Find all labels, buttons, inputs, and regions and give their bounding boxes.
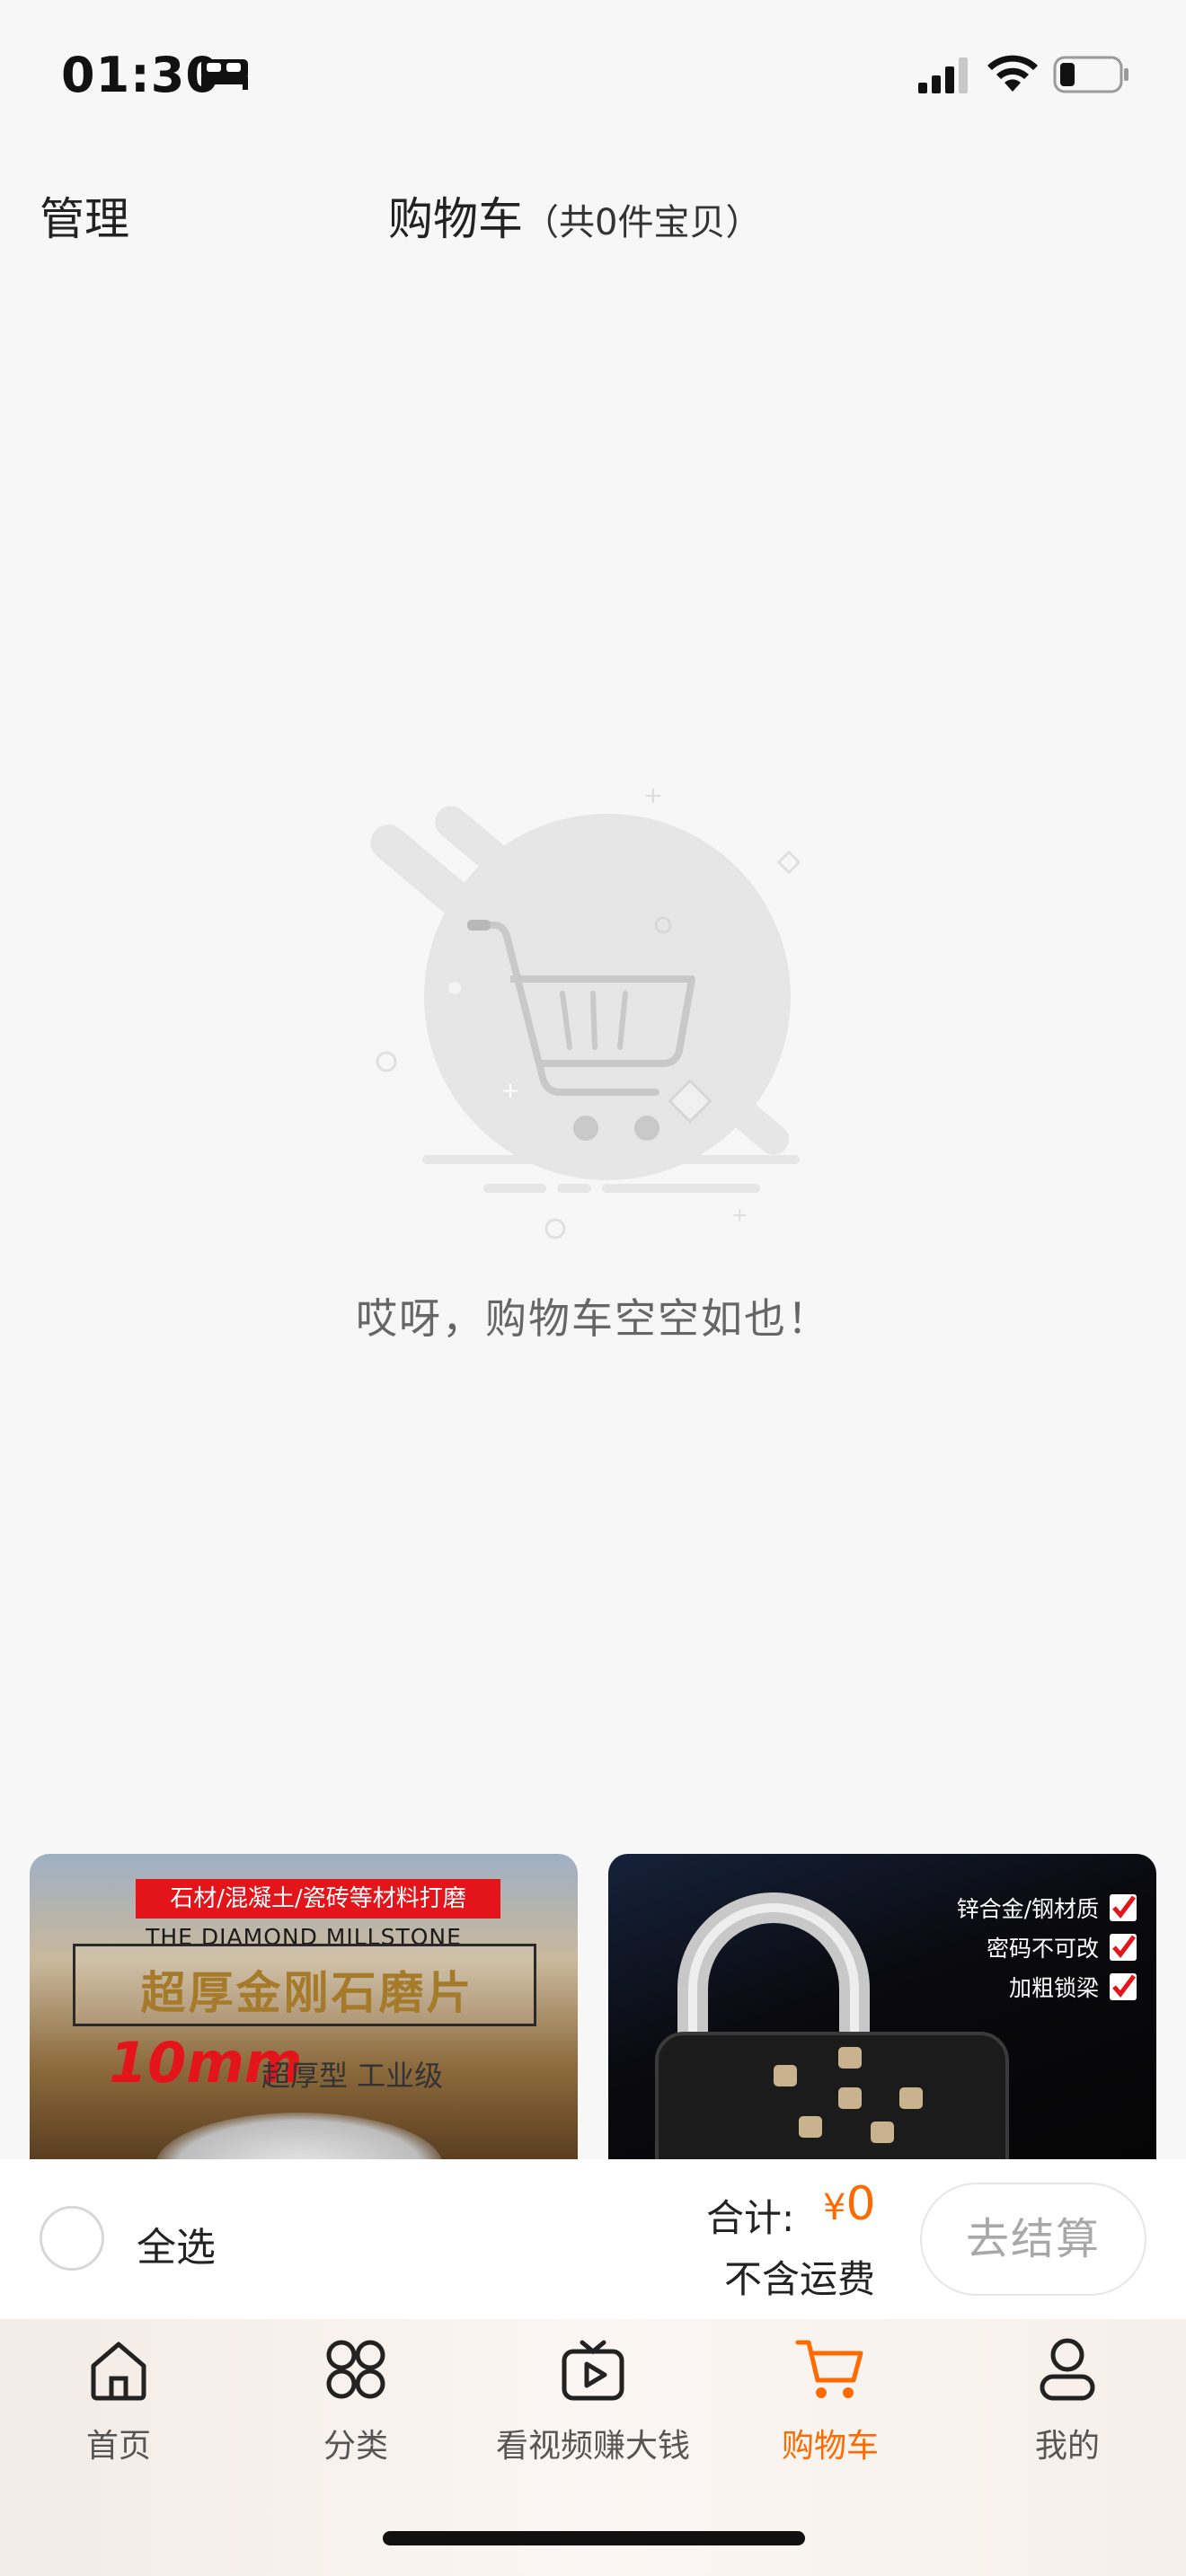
recommended-product-card[interactable]: 锌合金/钢材质 密码不可改 加粗锁梁	[608, 1854, 1156, 2159]
total-value: 0	[845, 2177, 876, 2231]
currency-symbol: ¥	[823, 2187, 846, 2228]
category-icon	[326, 2340, 385, 2399]
page-title-text: 购物车	[388, 193, 523, 245]
tab-cart[interactable]: 购物车	[712, 2319, 949, 2499]
tab-profile[interactable]: 我的	[949, 2319, 1186, 2499]
empty-cart-message: 哎呀，购物车空空如也！	[356, 1294, 830, 1343]
recommended-product-card[interactable]: 石材/混凝土/瓷砖等材料打磨 THE DIAMOND MILLSTONE 超厚金…	[30, 1854, 578, 2159]
tab-label: 首页	[85, 2428, 151, 2465]
check-icon	[1110, 1934, 1137, 1961]
profile-icon	[1040, 2338, 1095, 2401]
signal-icon	[918, 57, 968, 93]
tab-watch-video[interactable]: 看视频赚大钱	[474, 2319, 712, 2499]
tab-home[interactable]: 首页	[0, 2319, 237, 2499]
check-icon	[1110, 1973, 1137, 2000]
svg-text:+: +	[731, 1204, 748, 1227]
page-title: 购物车（共0件宝贝）	[388, 183, 761, 248]
status-bar: 01:30	[0, 0, 1186, 153]
product-feature: 锌合金/钢材质	[957, 1888, 1137, 1928]
cart-checkout-bar: 全选 合计: ¥0 不含运费 去结算	[0, 2159, 1186, 2319]
total-amount: ¥0	[823, 2177, 876, 2231]
product-size-note: 超厚型 工业级	[261, 2059, 444, 2093]
product-image	[155, 2113, 443, 2159]
product-tag: 石材/混凝土/瓷砖等材料打磨	[136, 1879, 500, 1919]
tab-label: 分类	[323, 2428, 388, 2465]
svg-text:+: +	[643, 782, 663, 809]
video-icon	[562, 2340, 624, 2401]
home-indicator	[383, 2531, 805, 2545]
manage-button[interactable]: 管理	[40, 183, 129, 248]
product-feature: 加粗锁梁	[957, 1967, 1137, 2007]
tab-category[interactable]: 分类	[237, 2319, 474, 2499]
product-headline: 超厚金刚石磨片	[140, 1967, 474, 2019]
tab-label: 我的	[1034, 2428, 1100, 2465]
home-icon	[91, 2342, 146, 2401]
select-all-checkbox[interactable]	[40, 2206, 104, 2271]
tab-label: 购物车	[781, 2428, 879, 2465]
bed-icon	[201, 59, 248, 90]
item-count: （共0件宝贝）	[523, 202, 762, 243]
shipping-note: 不含运费	[724, 2257, 876, 2301]
product-feature-list: 锌合金/钢材质 密码不可改 加粗锁梁	[957, 1888, 1137, 2007]
check-icon	[1110, 1894, 1137, 1921]
cart-header: 管理 购物车（共0件宝贝）	[0, 171, 1186, 260]
status-time: 01:30	[61, 47, 220, 103]
product-feature: 密码不可改	[957, 1928, 1137, 1967]
svg-text:+: +	[501, 1078, 519, 1103]
tab-label: 看视频赚大钱	[495, 2428, 690, 2465]
wifi-icon	[987, 55, 1038, 92]
select-all-label[interactable]: 全选	[137, 2215, 216, 2272]
battery-icon	[1053, 56, 1128, 93]
cart-icon	[795, 2340, 863, 2398]
empty-cart-icon: + + +	[370, 782, 801, 1239]
total-label: 合计:	[706, 2196, 795, 2240]
product-headline-box: 超厚金刚石磨片	[73, 1944, 536, 2026]
checkout-button[interactable]: 去结算	[920, 2183, 1146, 2296]
